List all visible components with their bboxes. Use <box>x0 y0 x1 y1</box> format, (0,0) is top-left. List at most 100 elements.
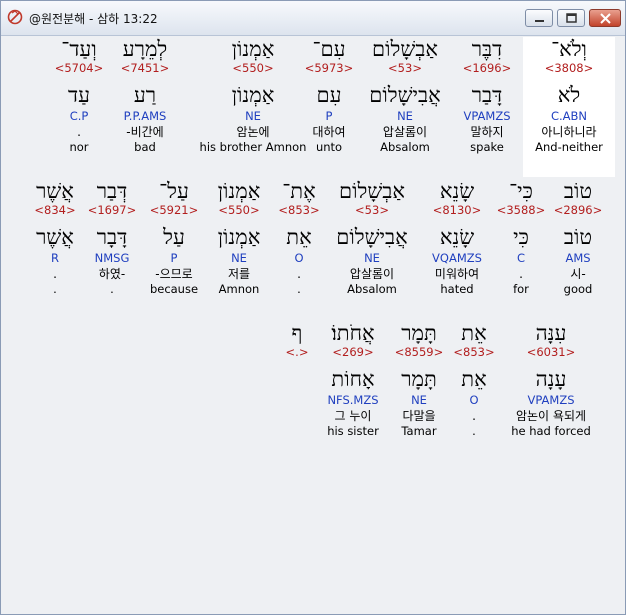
english-gloss: his brother Amnon <box>199 140 307 154</box>
morphology-code: P <box>170 251 178 265</box>
strong-number[interactable]: <550> <box>193 61 313 75</box>
korean-gloss: -비간에 <box>126 125 164 139</box>
word-r2-4[interactable]: אַבְשָׁלוֹם <53> אֲבִישָׁלוֹם NE 압살롬이 Ab… <box>327 179 417 296</box>
word-r1-1[interactable]: וְלֹא־ <3808> לֹא C.ABN 아니하니라 And-neithe… <box>523 37 615 177</box>
title-bar[interactable]: @원전분해 - 삼하 13:22 <box>1 1 625 36</box>
word-r3-1[interactable]: עִנָּה <6031> עָנָה VPAMZS 암논이 욕되게 he ha… <box>497 321 605 438</box>
strong-number[interactable]: <7451> <box>103 61 187 75</box>
word-r2-5[interactable]: אֶת־ <853> אֵת O . . <box>275 179 323 296</box>
strong-number[interactable]: <6031> <box>497 345 605 359</box>
korean-gloss: 하였- <box>98 267 126 281</box>
strong-number[interactable]: <853> <box>447 345 501 359</box>
word-r2-7[interactable]: עַל־ <5921> עַל P -으므로 because <box>141 179 207 296</box>
morphology-code: NFS.MZS <box>327 393 379 407</box>
strong-number[interactable]: <1697> <box>85 203 139 217</box>
english-gloss: for <box>513 282 529 296</box>
strong-number[interactable]: <8559> <box>389 345 449 359</box>
hebrew-lemma <box>277 367 317 391</box>
english-gloss: And-neither <box>535 140 603 154</box>
english-gloss: because <box>149 282 199 296</box>
hebrew-word: אַבְשָׁלוֹם <box>339 179 405 203</box>
morphology-code <box>277 393 317 407</box>
morphology-code: VPAMZS <box>527 393 575 407</box>
morphology-code: NE <box>231 251 247 265</box>
korean-gloss: . <box>297 267 301 281</box>
word-r1-6[interactable]: לְמֵרָע <7451> רַע P.P.AMS -비간에 bad <box>103 37 187 154</box>
morphology-code: O <box>469 393 479 407</box>
hebrew-lemma: דָּבָר <box>96 225 128 249</box>
korean-gloss: 말하지 <box>470 125 504 139</box>
strong-number[interactable]: <853> <box>275 203 323 217</box>
english-gloss <box>277 424 317 438</box>
hebrew-lemma: אֵת <box>461 367 487 391</box>
strong-number[interactable]: <8130> <box>419 203 495 217</box>
hebrew-word: וְלֹא־ <box>551 37 587 61</box>
korean-gloss: 저를 <box>227 267 251 281</box>
hebrew-word: עַל־ <box>159 179 189 203</box>
word-r1-2[interactable]: דִבֶּר <1696> דָּבַר VPAMZS 말하지 spake <box>441 37 533 154</box>
word-r2-9[interactable]: אֲשֶׁר <834> אֲשֶׁר R . . <box>27 179 83 296</box>
english-gloss: he had forced <box>511 424 591 438</box>
word-r3-2[interactable]: אֵת <853> אֵת O . . <box>447 321 501 438</box>
close-button[interactable] <box>589 9 621 27</box>
hebrew-word: ף <box>291 321 303 345</box>
morphology-code: P.P.AMS <box>123 109 167 123</box>
hebrew-word: תָּמָר <box>401 321 437 345</box>
hebrew-word: אֶת־ <box>282 179 316 203</box>
maximize-button[interactable] <box>557 9 585 27</box>
word-r1-5[interactable]: אַמְנוֹן <550> אַמְנוֹן NE 암논에 his broth… <box>193 37 313 154</box>
hebrew-word: אֲחֹתוֹ׃ <box>331 321 375 345</box>
word-r2-3[interactable]: שָׂנֵא <8130> שָׂנֵא VQAMZS 미워하여 hated <box>419 179 495 296</box>
word-r1-7[interactable]: וְעַד־ <5704> עַד C.P . nor <box>43 37 115 154</box>
english-gloss: his sister <box>327 424 379 438</box>
korean-gloss: 그 누이 <box>334 409 372 423</box>
strong-number[interactable]: <5704> <box>43 61 115 75</box>
strong-number[interactable]: <53> <box>327 203 417 217</box>
word-r2-6[interactable]: אַמְנוֹן <550> אַמְנוֹן NE 저를 Amnon <box>205 179 273 296</box>
strong-number[interactable]: <.> <box>277 345 317 359</box>
hebrew-lemma: תָּמָר <box>401 367 437 391</box>
english-gloss: Tamar <box>401 424 437 438</box>
english-gloss: nor <box>69 140 89 154</box>
english-gloss: . <box>472 424 476 438</box>
minimize-button[interactable] <box>525 9 553 27</box>
english-gloss: . <box>297 282 301 296</box>
word-r3-5[interactable]: ף <.> <box>277 321 317 438</box>
strong-number[interactable]: <834> <box>27 203 83 217</box>
hebrew-word: שָׂנֵא <box>439 179 475 203</box>
app-window: @원전분해 - 삼하 13:22 וְלֹא־ <3808> לֹא C.ABN… <box>0 0 626 615</box>
korean-gloss: 압살롬이 <box>349 267 395 281</box>
hebrew-word: אַמְנוֹן <box>231 37 275 61</box>
strong-number[interactable]: <269> <box>319 345 387 359</box>
korean-gloss: . <box>77 125 81 139</box>
korean-gloss <box>277 409 317 424</box>
english-gloss: hated <box>440 282 474 296</box>
strong-number[interactable]: <3808> <box>523 61 615 75</box>
strong-number[interactable]: <1696> <box>441 61 533 75</box>
strong-number[interactable]: <550> <box>205 203 273 217</box>
strong-number[interactable]: <5921> <box>141 203 207 217</box>
morphology-code: NE <box>411 393 427 407</box>
english-gloss: spake <box>470 140 504 154</box>
hebrew-word: אֲשֶׁר <box>36 179 74 203</box>
morphology-code: VPAMZS <box>463 109 511 123</box>
korean-gloss: 다말을 <box>402 409 436 423</box>
strong-number[interactable]: <3588> <box>487 203 555 217</box>
korean-gloss: . <box>519 267 523 281</box>
hebrew-lemma: אֵת <box>286 225 312 249</box>
maximize-icon <box>566 13 577 23</box>
hebrew-lemma: דָּבַר <box>471 83 503 107</box>
english-gloss: bad <box>134 140 156 154</box>
word-r3-4[interactable]: אֲחֹתוֹ׃ <269> אָחוֹת NFS.MZS 그 누이 his s… <box>319 321 387 438</box>
hebrew-lemma: עַל <box>163 225 185 249</box>
hebrew-word: וְעַד־ <box>61 37 97 61</box>
word-r3-3[interactable]: תָּמָר <8559> תָּמָר NE 다말을 Tamar <box>389 321 449 438</box>
hebrew-word: אַמְנוֹן <box>217 179 261 203</box>
hebrew-word: אֵת <box>461 321 487 345</box>
word-r2-2[interactable]: כִּי־ <3588> כִּי C . for <box>487 179 555 296</box>
hebrew-word: דִבֶּר <box>471 37 503 61</box>
word-r2-8[interactable]: דְּבַר <1697> דָּבָר NMSG 하였- . <box>85 179 139 296</box>
window-title: @원전분해 - 삼하 13:22 <box>29 12 158 26</box>
morphology-code: O <box>294 251 304 265</box>
app-icon <box>7 9 23 25</box>
